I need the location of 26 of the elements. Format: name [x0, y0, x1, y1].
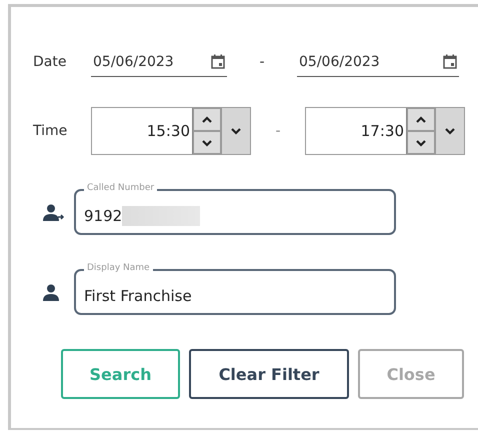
- increment-button[interactable]: [193, 108, 221, 131]
- time-label: Time: [33, 123, 68, 139]
- decrement-button[interactable]: [193, 131, 221, 154]
- secondary-button[interactable]: Clear Filter: [189, 349, 349, 399]
- chevron-down-icon: [201, 138, 213, 146]
- date-field[interactable]: 05/06/2023: [91, 47, 227, 77]
- decrement-button[interactable]: [407, 131, 435, 154]
- person-arrow-icon: [42, 204, 64, 220]
- chevron-down-icon: [444, 127, 456, 135]
- chevron-up-icon: [415, 116, 427, 124]
- range-dash: -: [258, 54, 266, 70]
- text-field[interactable]: Called Number 9192: [74, 181, 396, 235]
- time-field[interactable]: 17:30: [305, 107, 465, 155]
- chevron-up-icon: [201, 116, 213, 124]
- range-dash: -: [274, 123, 282, 139]
- chevron-down-icon: [230, 127, 242, 135]
- time-field[interactable]: 15:30: [91, 107, 251, 155]
- increment-button[interactable]: [407, 108, 435, 131]
- calendar-icon[interactable]: [443, 54, 457, 69]
- calendar-icon[interactable]: [211, 54, 225, 69]
- date-field[interactable]: 05/06/2023: [297, 47, 459, 77]
- field-label: Called Number: [84, 182, 158, 194]
- chevron-down-icon: [415, 138, 427, 146]
- text-field[interactable]: Display Name First Franchise: [74, 261, 396, 315]
- date-label: Date: [33, 54, 68, 70]
- field-label: Display Name: [84, 262, 153, 274]
